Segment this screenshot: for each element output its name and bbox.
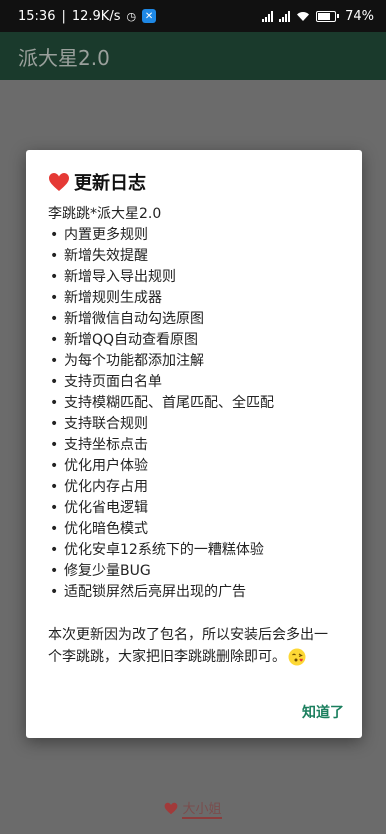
confirm-button[interactable]: 知道了: [302, 702, 344, 722]
changelog-item: • 优化省电逻辑: [48, 498, 340, 519]
status-time: 15:36: [18, 8, 56, 24]
bullet: •: [50, 458, 59, 474]
app-version: 李跳跳*派大星2.0: [48, 206, 162, 222]
bullet: •: [50, 395, 59, 411]
changelog-text: 支持联合规则: [64, 416, 148, 432]
changelog-text: 支持页面白名单: [64, 374, 162, 390]
network-speed: 12.9K/s: [71, 8, 121, 24]
dialog-body: 李跳跳*派大星2.0 • 内置更多规则 • 新增失效提醒 • 新增导入导出规则 • 新增规则生…: [48, 204, 340, 668]
changelog-text: 内置更多规则: [64, 227, 148, 243]
footer-label[interactable]: 大小姐: [182, 798, 222, 819]
changelog-text: 新增失效提醒: [64, 248, 148, 264]
status-bar: 15:36 | 12.9K/s ◷ ✕ 74%: [0, 0, 386, 32]
bullet: •: [50, 437, 59, 453]
changelog-list: • 内置更多规则 • 新增失效提醒 • 新增导入导出规则 • 新增规则生成器 • 新增微信自动勾选…: [48, 225, 340, 603]
changelog-text: 新增QQ自动查看原图: [64, 332, 199, 348]
changelog-item: • 支持页面白名单: [48, 372, 340, 393]
app-bar: 派大星2.0: [0, 32, 386, 80]
changelog-item: • 优化内存占用: [48, 477, 340, 498]
changelog-item: • 新增失效提醒: [48, 246, 340, 267]
changelog-text: 支持模糊匹配、首尾匹配、全匹配: [64, 395, 274, 411]
changelog-item: • 新增QQ自动查看原图: [48, 330, 340, 351]
battery-percent: 74%: [345, 8, 374, 24]
signal-icon-2: [279, 10, 291, 22]
changelog-item: • 内置更多规则: [48, 225, 340, 246]
changelog-item: • 支持模糊匹配、首尾匹配、全匹配: [48, 393, 340, 414]
changelog-item: • 支持坐标点击: [48, 435, 340, 456]
changelog-text: 新增导入导出规则: [64, 269, 176, 285]
kiss-emoji-icon: [288, 648, 306, 666]
changelog-item: • 修复少量BUG: [48, 561, 340, 582]
battery-icon: [316, 10, 340, 22]
changelog-item: • 新增规则生成器: [48, 288, 340, 309]
bullet: •: [50, 290, 59, 306]
status-divider: |: [61, 8, 66, 24]
changelog-text: 支持坐标点击: [64, 437, 148, 453]
bullet: •: [50, 542, 59, 558]
changelog-text: 优化安卓12系统下的一糟糕体验: [64, 542, 264, 558]
bullet: •: [50, 416, 59, 432]
changelog-text: 优化暗色模式: [64, 521, 148, 537]
changelog-text: 新增微信自动勾选原图: [64, 311, 204, 327]
status-left: 15:36 | 12.9K/s ◷ ✕: [18, 8, 157, 24]
dialog-title: 更新日志: [74, 173, 146, 194]
changelog-item: • 优化安卓12系统下的一糟糕体验: [48, 540, 340, 561]
heart-icon: [49, 173, 69, 191]
changelog-text: 优化内存占用: [64, 479, 148, 495]
bullet: •: [50, 563, 59, 579]
changelog-item: • 优化暗色模式: [48, 519, 340, 540]
changelog-text: 修复少量BUG: [64, 563, 151, 579]
bullet: •: [50, 374, 59, 390]
changelog-text: 优化用户体验: [64, 458, 148, 474]
bullet: •: [50, 332, 59, 348]
bullet: •: [50, 521, 59, 537]
bullet: •: [50, 500, 59, 516]
bullet: •: [50, 248, 59, 264]
footer-credit: 大小姐: [0, 798, 386, 819]
bullet: •: [50, 227, 59, 243]
bullet: •: [50, 311, 59, 327]
bullet: •: [50, 353, 59, 369]
changelog-item: • 为每个功能都添加注解: [48, 351, 340, 372]
bullet: •: [50, 269, 59, 285]
update-notice: 本次更新因为改了包名，所以安装后会多出一个李跳跳，大家把旧李跳跳删除即可。: [48, 627, 328, 666]
bullet: •: [50, 479, 59, 495]
app-title: 派大星2.0: [18, 45, 110, 70]
changelog-item: • 新增微信自动勾选原图: [48, 309, 340, 330]
dialog-header: 更新日志: [48, 170, 340, 194]
changelog-item: • 适配锁屏然后亮屏出现的广告: [48, 582, 340, 603]
screen: 15:36 | 12.9K/s ◷ ✕ 74% 派大星2.0 更新日志 李跳跳*…: [0, 0, 386, 834]
changelog-text: 优化省电逻辑: [64, 500, 148, 516]
notification-app-icon: ✕: [142, 9, 157, 23]
bullet: •: [50, 584, 59, 600]
signal-icon-1: [262, 10, 274, 22]
changelog-text: 为每个功能都添加注解: [64, 353, 204, 369]
update-log-dialog: 更新日志 李跳跳*派大星2.0 • 内置更多规则 • 新增失效提醒 • 新增导入导出规则 •…: [26, 150, 362, 738]
changelog-item: • 支持联合规则: [48, 414, 340, 435]
status-right: 74%: [262, 9, 374, 24]
changelog-text: 适配锁屏然后亮屏出现的广告: [64, 584, 246, 600]
footer-heart-icon: [165, 802, 178, 815]
changelog-item: • 新增导入导出规则: [48, 267, 340, 288]
alarm-clock-icon: ◷: [126, 9, 137, 23]
changelog-text: 新增规则生成器: [64, 290, 162, 306]
wifi-icon: [297, 11, 310, 21]
changelog-item: • 优化用户体验: [48, 456, 340, 477]
